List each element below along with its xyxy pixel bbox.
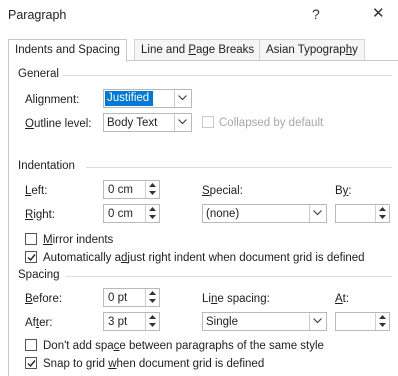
chevron-down-icon	[313, 210, 322, 216]
arrow-down-icon	[149, 323, 156, 327]
alignment-label: Alignment:	[25, 94, 80, 106]
outline-level-select[interactable]: Body Text	[103, 113, 192, 132]
arrow-down-icon	[379, 215, 386, 219]
line-spacing-select[interactable]: Single	[202, 312, 327, 331]
chevron-down-icon	[313, 318, 322, 324]
right-indent-up[interactable]	[146, 205, 159, 213]
outline-level-value: Body Text	[107, 117, 158, 129]
auto-adjust-checkbox[interactable]	[25, 251, 37, 263]
tab-line-page-label: Line and Page Breaks	[141, 44, 255, 56]
help-button[interactable]: ?	[312, 6, 320, 22]
chevron-down-icon	[178, 95, 187, 101]
special-dropdown-button[interactable]	[309, 205, 326, 222]
arrow-down-icon	[149, 191, 156, 195]
left-indent-up[interactable]	[146, 181, 159, 189]
tab-asian-typography[interactable]: Asian Typography	[259, 39, 365, 61]
line-spacing-value: Single	[206, 316, 238, 328]
before-label: Before:	[25, 293, 63, 305]
at-arrows	[375, 313, 389, 330]
arrow-up-icon	[149, 315, 156, 319]
special-label: Special:	[202, 185, 243, 197]
special-value: (none)	[206, 208, 240, 220]
left-indent-arrows	[145, 181, 159, 198]
left-indent-label: Left:	[25, 185, 48, 197]
auto-adjust-label: Automatically adjust right indent when d…	[43, 252, 365, 264]
after-spinner[interactable]: 3 pt	[103, 312, 160, 331]
alignment-select[interactable]: Justified	[103, 89, 192, 108]
checkmark-icon	[27, 360, 36, 368]
mirror-indents-checkbox[interactable]	[25, 233, 37, 245]
by-label: By:	[335, 185, 352, 197]
after-arrows	[145, 313, 159, 330]
line-spacing-label: Line spacing:	[202, 293, 270, 305]
at-down[interactable]	[376, 321, 389, 329]
collapsed-checkbox[interactable]	[202, 116, 214, 128]
tab-line-and-page-breaks[interactable]: Line and Page Breaks	[134, 39, 262, 61]
indentation-heading: Indentation	[18, 160, 75, 172]
outline-level-label: Outline level:	[25, 118, 92, 130]
indentation-divider	[86, 167, 392, 168]
right-indent-value: 0 cm	[108, 208, 133, 220]
after-label: After:	[25, 317, 53, 329]
arrow-down-icon	[379, 323, 386, 327]
snap-to-grid-checkbox[interactable]	[25, 357, 37, 369]
before-value: 0 pt	[108, 292, 128, 304]
right-indent-spinner[interactable]: 0 cm	[103, 204, 160, 223]
tab-asian-label: Asian Typography	[266, 44, 358, 56]
left-indent-down[interactable]	[146, 189, 159, 197]
chevron-down-icon	[178, 119, 187, 125]
at-label: At:	[335, 293, 350, 305]
checkmark-icon	[27, 254, 36, 262]
before-down[interactable]	[146, 297, 159, 305]
by-spinner[interactable]	[335, 204, 390, 223]
general-heading: General	[18, 68, 59, 80]
general-divider	[62, 75, 392, 76]
snap-to-grid-label: Snap to grid when document grid is defin…	[43, 358, 265, 370]
dont-add-space-checkbox[interactable]	[25, 339, 37, 351]
after-value: 3 pt	[108, 316, 128, 328]
arrow-up-icon	[379, 207, 386, 211]
arrow-up-icon	[149, 291, 156, 295]
mirror-indents-label: Mirror indents	[43, 234, 114, 246]
by-arrows	[375, 205, 389, 222]
arrow-up-icon	[149, 207, 156, 211]
by-down[interactable]	[376, 213, 389, 221]
tab-indents-and-spacing[interactable]: Indents and Spacing	[8, 39, 127, 62]
close-button[interactable]: ✕	[372, 4, 385, 22]
after-up[interactable]	[146, 313, 159, 321]
arrow-down-icon	[149, 215, 156, 219]
left-indent-value: 0 cm	[108, 184, 133, 196]
by-up[interactable]	[376, 205, 389, 213]
alignment-dropdown-button[interactable]	[174, 90, 191, 107]
alignment-value: Justified	[105, 91, 154, 106]
after-down[interactable]	[146, 321, 159, 329]
before-spinner[interactable]: 0 pt	[103, 288, 160, 307]
right-indent-arrows	[145, 205, 159, 222]
line-spacing-dropdown-button[interactable]	[309, 313, 326, 330]
arrow-down-icon	[149, 299, 156, 303]
arrow-up-icon	[149, 183, 156, 187]
tab-strip: Indents and Spacing Line and Page Breaks…	[8, 39, 398, 62]
at-spinner[interactable]	[335, 312, 390, 331]
collapsed-label: Collapsed by default	[219, 117, 324, 129]
special-select[interactable]: (none)	[202, 204, 327, 223]
right-indent-down[interactable]	[146, 213, 159, 221]
dont-add-space-label: Don't add space between paragraphs of th…	[43, 340, 324, 352]
at-up[interactable]	[376, 313, 389, 321]
dialog-title: Paragraph	[8, 8, 67, 22]
outline-dropdown-button[interactable]	[174, 114, 191, 131]
before-up[interactable]	[146, 289, 159, 297]
left-indent-spinner[interactable]: 0 cm	[103, 180, 160, 199]
spacing-heading: Spacing	[18, 269, 60, 281]
spacing-divider	[66, 276, 392, 277]
arrow-up-icon	[379, 315, 386, 319]
before-arrows	[145, 289, 159, 306]
right-indent-label: Right:	[25, 209, 56, 221]
